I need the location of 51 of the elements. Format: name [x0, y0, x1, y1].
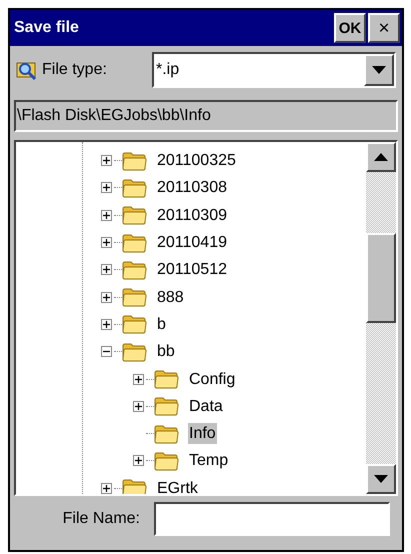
- folder-icon: [154, 396, 179, 416]
- file-type-dropdown[interactable]: *.ip: [152, 52, 396, 88]
- folder-icon: [122, 232, 147, 253]
- ok-button[interactable]: OK: [334, 13, 366, 43]
- tree-item[interactable]: b: [156, 314, 167, 335]
- dropdown-arrow-icon: [372, 66, 386, 74]
- folder-icon: [122, 314, 147, 334]
- plus-icon[interactable]: [100, 292, 112, 303]
- plus-icon[interactable]: [132, 400, 144, 412]
- tree-item[interactable]: 20110309: [156, 204, 228, 226]
- folder-icon: [122, 342, 147, 362]
- folder-icon: [154, 450, 179, 471]
- folder-icon: [154, 424, 179, 444]
- folder-icon: [122, 150, 147, 171]
- search-folder-icon: [16, 60, 38, 80]
- folder-icon: [154, 369, 179, 390]
- scrollbar[interactable]: [366, 142, 396, 494]
- folder-icon: [122, 260, 147, 280]
- minus-icon[interactable]: [100, 346, 112, 358]
- tree-item[interactable]: 20110419: [156, 232, 228, 254]
- plus-icon[interactable]: [132, 374, 144, 385]
- file-name-field[interactable]: [154, 502, 390, 536]
- file-name-label: File Name:: [62, 509, 140, 529]
- plus-icon[interactable]: [100, 482, 112, 494]
- tree-item[interactable]: 201100325: [156, 150, 237, 172]
- scroll-down-icon[interactable]: [374, 475, 388, 483]
- tree-item[interactable]: bb: [156, 341, 176, 362]
- plus-icon[interactable]: [100, 182, 112, 194]
- folder-icon: [122, 287, 147, 308]
- tree-item[interactable]: EGrtk: [156, 478, 199, 494]
- tree-item[interactable]: 20110512: [156, 259, 228, 280]
- tree-item[interactable]: Data: [188, 396, 224, 417]
- tree-item[interactable]: 888: [156, 286, 185, 308]
- tree-item[interactable]: Config: [188, 368, 236, 390]
- folder-icon: [122, 478, 147, 494]
- scroll-up-icon[interactable]: [374, 153, 388, 161]
- close-button[interactable]: ×: [368, 13, 400, 43]
- plus-icon[interactable]: [100, 264, 112, 276]
- plus-icon[interactable]: [100, 318, 112, 330]
- tree-item[interactable]: Temp: [188, 450, 230, 472]
- plus-icon[interactable]: [100, 237, 112, 248]
- tree-item[interactable]: Info: [188, 423, 217, 444]
- file-type-label: File type:: [42, 60, 108, 80]
- plus-icon[interactable]: [100, 155, 112, 166]
- window-title: Save file: [14, 18, 80, 38]
- folder-icon: [122, 205, 147, 226]
- plus-icon[interactable]: [100, 210, 112, 221]
- tree-item[interactable]: 20110308: [156, 177, 228, 198]
- path-field: \Flash Disk\EGJobs\bb\Info: [14, 100, 398, 132]
- folder-icon: [122, 178, 147, 198]
- plus-icon[interactable]: [132, 455, 144, 466]
